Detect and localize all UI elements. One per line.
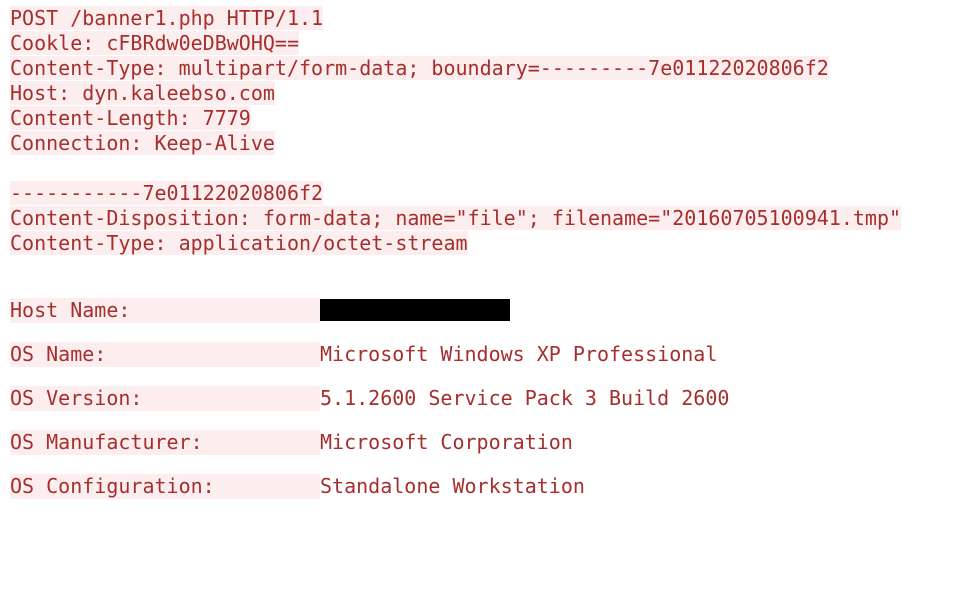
info-value: Microsoft Windows XP Professional — [320, 342, 717, 366]
http-content-type-header: Content-Type: multipart/form-data; bound… — [10, 56, 965, 81]
http-host-header: Host: dyn.kaleebso.com — [10, 81, 965, 106]
http-body-content-type: Content-Type: application/octet-stream — [10, 231, 965, 256]
redacted-block — [320, 299, 510, 321]
info-row-os-configuration: OS Configuration:Standalone Workstation — [10, 474, 965, 499]
info-value: 5.1.2600 Service Pack 3 Build 2600 — [320, 386, 729, 410]
info-value: Microsoft Corporation — [320, 430, 573, 454]
http-cookie-header: Cookle: cFBRdw0eDBwOHQ== — [10, 31, 965, 56]
info-row-os-manufacturer: OS Manufacturer:Microsoft Corporation — [10, 430, 965, 455]
http-content-disposition: Content-Disposition: form-data; name="fi… — [10, 206, 965, 231]
info-row-host-name: Host Name: — [10, 298, 965, 323]
info-label: OS Version: — [10, 386, 320, 411]
info-row-os-version: OS Version:5.1.2600 Service Pack 3 Build… — [10, 386, 965, 411]
http-content-length-header: Content-Length: 7779 — [10, 106, 965, 131]
info-row-os-name: OS Name:Microsoft Windows XP Professiona… — [10, 342, 965, 367]
http-request-line: POST /banner1.php HTTP/1.1 — [10, 6, 965, 31]
http-boundary-line: -----------7e01122020806f2 — [10, 181, 965, 206]
info-label: OS Name: — [10, 342, 320, 367]
system-info-section: Host Name: OS Name:Microsoft Windows XP … — [10, 298, 965, 499]
http-connection-header: Connection: Keep-Alive — [10, 131, 965, 156]
info-label: Host Name: — [10, 298, 320, 323]
blank-line — [10, 156, 965, 181]
info-label: OS Manufacturer: — [10, 430, 320, 455]
info-label: OS Configuration: — [10, 474, 320, 499]
info-value: Standalone Workstation — [320, 474, 585, 498]
